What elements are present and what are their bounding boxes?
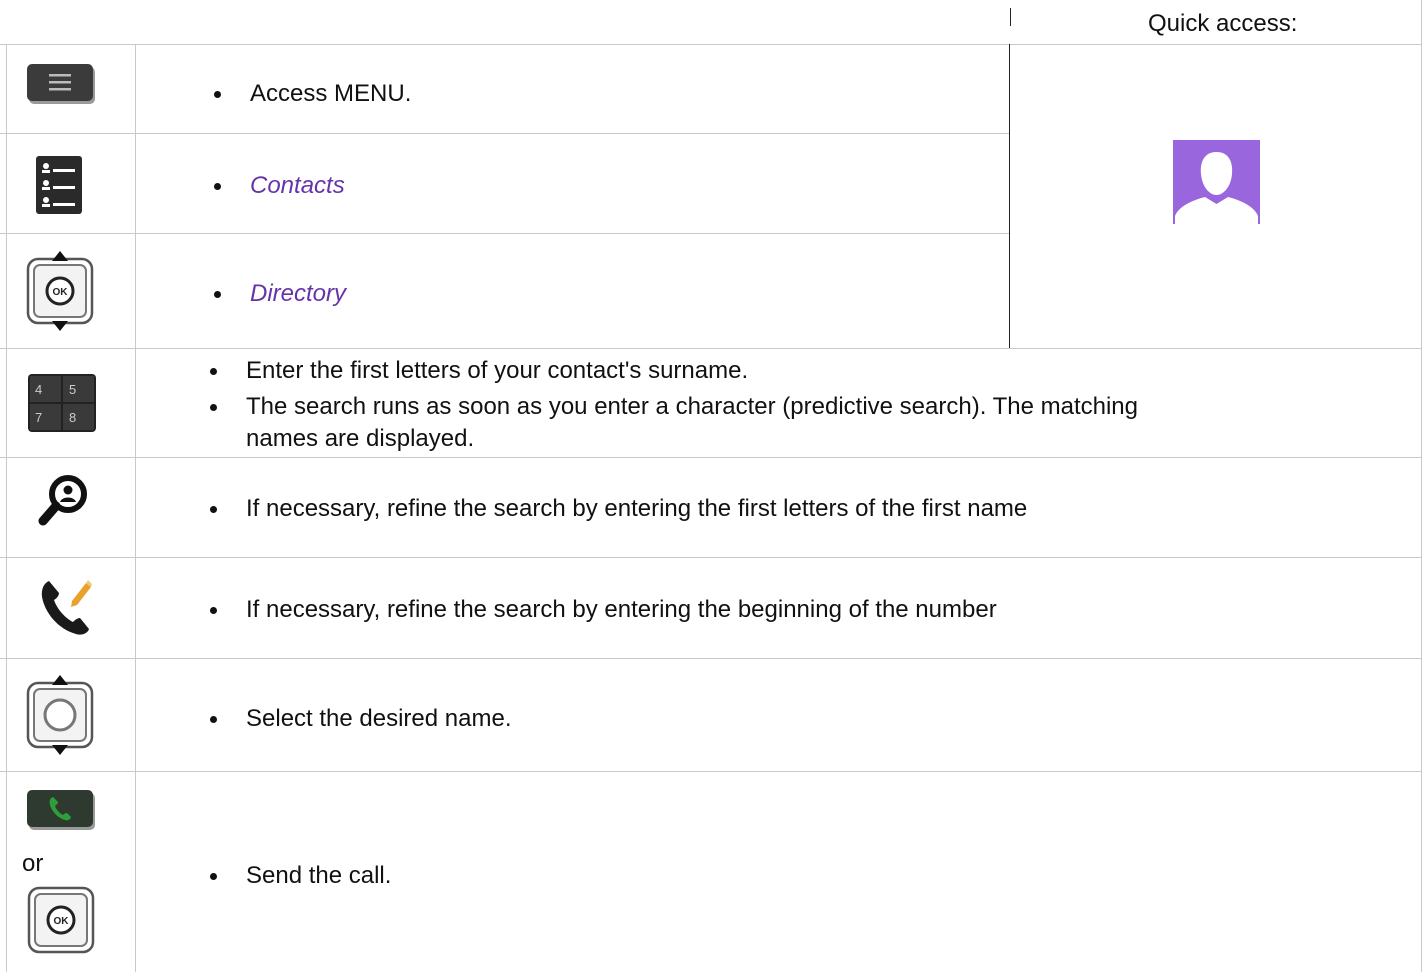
contact-avatar-icon[interactable] [1173, 140, 1260, 231]
row-text: Send the call. [246, 862, 392, 889]
row-text: The search runs as soon as you enter a c… [246, 393, 1138, 420]
row-refine-first-name: If necessary, refine the search by enter… [210, 494, 1028, 524]
or-label: or [22, 850, 44, 877]
row-contacts: Contacts [214, 171, 345, 201]
contacts-list-icon[interactable] [36, 156, 82, 221]
row-text: If necessary, refine the search by enter… [246, 495, 1028, 522]
menu-key-icon[interactable] [27, 64, 97, 113]
row-text: Select the desired name. [246, 705, 512, 732]
quick-access-label: Quick access: [1148, 10, 1298, 37]
phone-edit-icon[interactable] [40, 577, 92, 644]
row-predictive-cont: names are displayed. [246, 424, 474, 454]
keypad-icon[interactable]: 4 5 7 8 [28, 374, 96, 439]
key-7: 7 [35, 410, 42, 425]
ok-label: OK [53, 287, 69, 298]
row-enter-letters: Enter the first letters of your contact'… [210, 356, 749, 386]
key-4: 4 [35, 382, 42, 397]
contacts-link[interactable]: Contacts [250, 172, 345, 199]
row-text: Enter the first letters of your contact'… [246, 357, 749, 384]
row-select-name: Select the desired name. [210, 704, 512, 734]
row-access-menu: Access MENU. [214, 79, 412, 109]
key-5: 5 [69, 382, 76, 397]
row-text: names are displayed. [246, 425, 475, 452]
row-predictive: The search runs as soon as you enter a c… [210, 392, 1138, 422]
ok-key-icon[interactable]: OK [26, 885, 96, 962]
navigator-ok-icon[interactable]: OK [25, 250, 95, 339]
directory-link[interactable]: Directory [250, 280, 346, 307]
key-8: 8 [69, 410, 76, 425]
row-refine-number: If necessary, refine the search by enter… [210, 595, 997, 625]
row-text: Access MENU. [250, 80, 412, 107]
row-directory: Directory [214, 279, 346, 309]
navigator-icon[interactable] [25, 674, 95, 763]
row-text: If necessary, refine the search by enter… [246, 596, 997, 623]
ok-label: OK [54, 916, 70, 927]
call-key-icon[interactable] [27, 790, 97, 839]
search-icon[interactable] [38, 474, 88, 535]
row-send-call: Send the call. [210, 861, 392, 891]
